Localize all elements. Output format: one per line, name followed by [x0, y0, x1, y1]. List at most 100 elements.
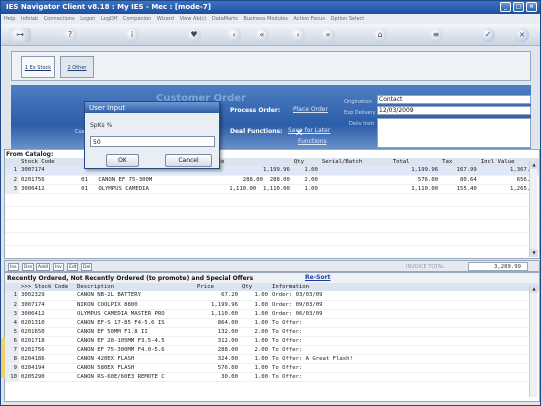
dre-button[interactable]: Dre — [22, 263, 34, 271]
scroll-down-arrow-icon[interactable]: ▼ — [530, 249, 538, 257]
description-cell[interactable]: CANON EF 50MM F1.8 II — [75, 327, 195, 337]
home-icon[interactable]: ⌂ — [373, 28, 387, 42]
qty-cell[interactable]: 1.00 — [240, 291, 270, 301]
description-cell[interactable]: CANON 420EX FLASH — [75, 354, 195, 364]
stock-code-cell[interactable]: 0201310 — [19, 318, 75, 328]
menu-item-connections[interactable]: Connections — [44, 16, 75, 22]
menu-item-logon[interactable]: Logon — [80, 16, 95, 22]
empty-row[interactable] — [5, 193, 539, 207]
qty-cell[interactable]: 1.00 — [240, 363, 270, 373]
information-cell[interactable]: Order: 09/03/09 — [270, 300, 539, 310]
price-cell[interactable]: 324.00 — [195, 354, 240, 364]
serial-cell[interactable] — [319, 175, 391, 185]
description-cell[interactable]: CANON NB-2L BATTERY — [75, 291, 195, 301]
empty-row[interactable] — [5, 232, 539, 246]
recent-row[interactable]: 5 0201650 CANON EF 50MM F1.8 II 132.00 2.00 T… — [5, 327, 539, 337]
col-qty[interactable]: Qty — [291, 158, 320, 166]
stock-code-cell[interactable]: 0201756 — [19, 345, 75, 355]
menu-item-logoff[interactable]: LogOff — [101, 16, 117, 22]
description-cell[interactable]: CANON EF 75-300M — [96, 175, 189, 185]
qty-cell[interactable]: 2.00 — [240, 345, 270, 355]
price-cell[interactable]: 1,110.00 — [195, 309, 240, 319]
stock-code-cell[interactable]: 3007174 — [19, 166, 80, 176]
maximize-button[interactable]: □ — [513, 2, 524, 12]
cust-price-cell[interactable]: 288.00 288.00 — [188, 175, 292, 185]
qty-cell[interactable]: 2.00 — [291, 175, 320, 185]
catalog-scrollbar[interactable]: ▲ ▼ — [529, 161, 538, 257]
description-cell[interactable]: CANON 580EX FLASH — [75, 363, 195, 373]
recent-row[interactable]: 4 0201310 CANON EF-S 17-85 F4-5.6 IS 864.00… — [5, 318, 539, 328]
description-cell[interactable]: OLYMPUS CAMEDIA MASTER PRO — [75, 309, 195, 319]
stock-code-cell[interactable]: 0201650 — [19, 327, 75, 337]
price-cell[interactable]: 67.20 — [195, 291, 240, 301]
side-handle[interactable] — [1, 338, 5, 378]
qty-cell[interactable]: 1.00 — [240, 336, 270, 346]
menu-item-option-select[interactable]: Option Select — [331, 16, 365, 22]
price-cell[interactable]: 864.00 — [195, 318, 240, 328]
place-order-link[interactable]: Place Order — [293, 106, 328, 113]
price-cell[interactable]: 30.00 — [195, 372, 240, 382]
price-cell[interactable]: 288.00 — [195, 345, 240, 355]
check-icon[interactable]: ✓ — [481, 28, 495, 42]
catalog-row[interactable]: 2 0201756 01 CANON EF 75-300M 288.00 288… — [5, 175, 539, 185]
back-icon[interactable]: ‹ — [227, 28, 241, 42]
stock-code-cell[interactable]: 0204194 — [19, 363, 75, 373]
inv-button[interactable]: Inv — [53, 263, 64, 271]
edit-button[interactable]: Edt — [67, 263, 79, 271]
stock-code-cell[interactable]: 0204186 — [19, 354, 75, 364]
key-icon[interactable]: ⊶ — [9, 28, 31, 42]
qty-cell[interactable]: 1.00 — [291, 184, 320, 194]
price-cell[interactable]: 132.00 — [195, 327, 240, 337]
recent-row[interactable]: 6 0201718 CANON EF 28-105MM F3.5-4.5 312.00… — [5, 336, 539, 346]
information-cell[interactable]: To Offer: — [270, 345, 539, 355]
information-cell[interactable]: Order: 03/03/09 — [270, 291, 539, 301]
recent-row[interactable]: 7 0201756 CANON EF 75-300MM F4.0-5.6 288.00… — [5, 345, 539, 355]
serial-cell[interactable] — [319, 166, 391, 176]
c2-cell[interactable]: 01 — [79, 175, 97, 185]
price-cell[interactable]: 576.00 — [195, 363, 240, 373]
stock-code-cell[interactable]: 0201756 — [19, 175, 80, 185]
cust-price-cell[interactable]: 1,110.00 1,110.00 — [188, 184, 292, 194]
col-serial-batch[interactable]: Serial/Batch — [319, 158, 391, 166]
col-qty[interactable]: Qty — [240, 283, 270, 291]
qty-cell[interactable]: 1.00 — [291, 166, 320, 176]
serial-cell[interactable] — [319, 184, 391, 194]
recent-row[interactable]: 8 0204186 CANON 420EX FLASH 324.00 1.00 To Of… — [5, 354, 539, 364]
info-icon[interactable]: i — [125, 28, 139, 42]
delete-button[interactable]: Del — [81, 263, 93, 271]
re-sort-link[interactable]: Re-Sort — [305, 274, 330, 281]
scroll-up-arrow-icon[interactable]: ▲ — [530, 161, 538, 169]
forward-icon[interactable]: › — [291, 28, 305, 42]
description-cell[interactable]: NIKON COOLPIX 8800 — [75, 300, 195, 310]
col-information[interactable]: Information — [270, 283, 539, 291]
qty-cell[interactable]: 1.00 — [240, 318, 270, 328]
empty-row[interactable] — [5, 219, 539, 233]
price-cell[interactable]: 312.00 — [195, 336, 240, 346]
information-cell[interactable]: To Offer: — [270, 372, 539, 382]
deliv-instr-field[interactable] — [377, 118, 531, 148]
col-description[interactable]: Description — [75, 283, 195, 291]
col-stock-code[interactable]: >>> Stock Code — [19, 283, 75, 291]
recent-row[interactable]: 10 0205290 CANON RS-60E/60E3 REMOTE C 30.00… — [5, 372, 539, 382]
close-icon[interactable]: × — [515, 28, 529, 42]
description-cell[interactable]: OLYMPUS CAMEDIA — [96, 184, 189, 194]
menu-item-companion[interactable]: Companion — [123, 16, 151, 22]
qty-cell[interactable]: 2.00 — [240, 327, 270, 337]
menu-item-action-focus[interactable]: Action Focus — [293, 16, 325, 22]
price-cell[interactable]: 1,199.96 — [195, 300, 240, 310]
col-total[interactable]: Total — [390, 158, 441, 166]
stock-code-cell[interactable]: 0205290 — [19, 372, 75, 382]
fast-forward-icon[interactable]: » — [321, 28, 335, 42]
information-cell[interactable]: To Offer: — [270, 318, 539, 328]
recent-row[interactable]: 9 0204194 CANON 580EX FLASH 576.00 1.00 To Of… — [5, 363, 539, 373]
menu-item-help[interactable]: Help — [4, 16, 15, 22]
deal-functions-icon[interactable]: ✕ — [295, 129, 307, 139]
stock-code-cell[interactable]: 3006412 — [19, 309, 75, 319]
qty-cell[interactable]: 1.00 — [240, 309, 270, 319]
tab-ex-stock[interactable]: 1 Ex Stock — [21, 56, 55, 78]
description-cell[interactable]: CANON EF-S 17-85 F4-5.6 IS — [75, 318, 195, 328]
stock-code-cell[interactable]: 3007174 — [19, 300, 75, 310]
description-cell[interactable]: CANON RS-60E/60E3 REMOTE C — [75, 372, 195, 382]
help-icon[interactable]: ? — [63, 28, 77, 42]
stock-code-cell[interactable]: 3006412 — [19, 184, 80, 194]
